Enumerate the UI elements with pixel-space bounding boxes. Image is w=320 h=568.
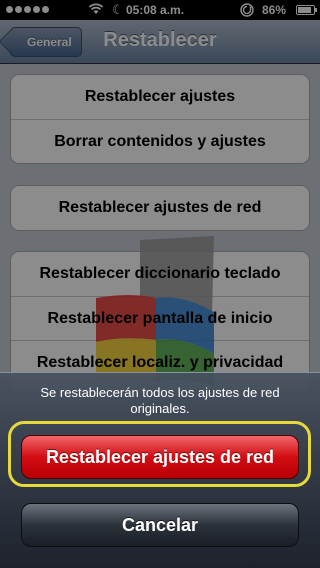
confirm-reset-network-button[interactable]: Restablecer ajustes de red	[21, 435, 299, 479]
action-sheet-message: Se restablecerán todos los ajustes de re…	[40, 385, 280, 416]
action-sheet: Se restablecerán todos los ajustes de re…	[0, 372, 320, 568]
cancel-button[interactable]: Cancelar	[21, 503, 299, 547]
